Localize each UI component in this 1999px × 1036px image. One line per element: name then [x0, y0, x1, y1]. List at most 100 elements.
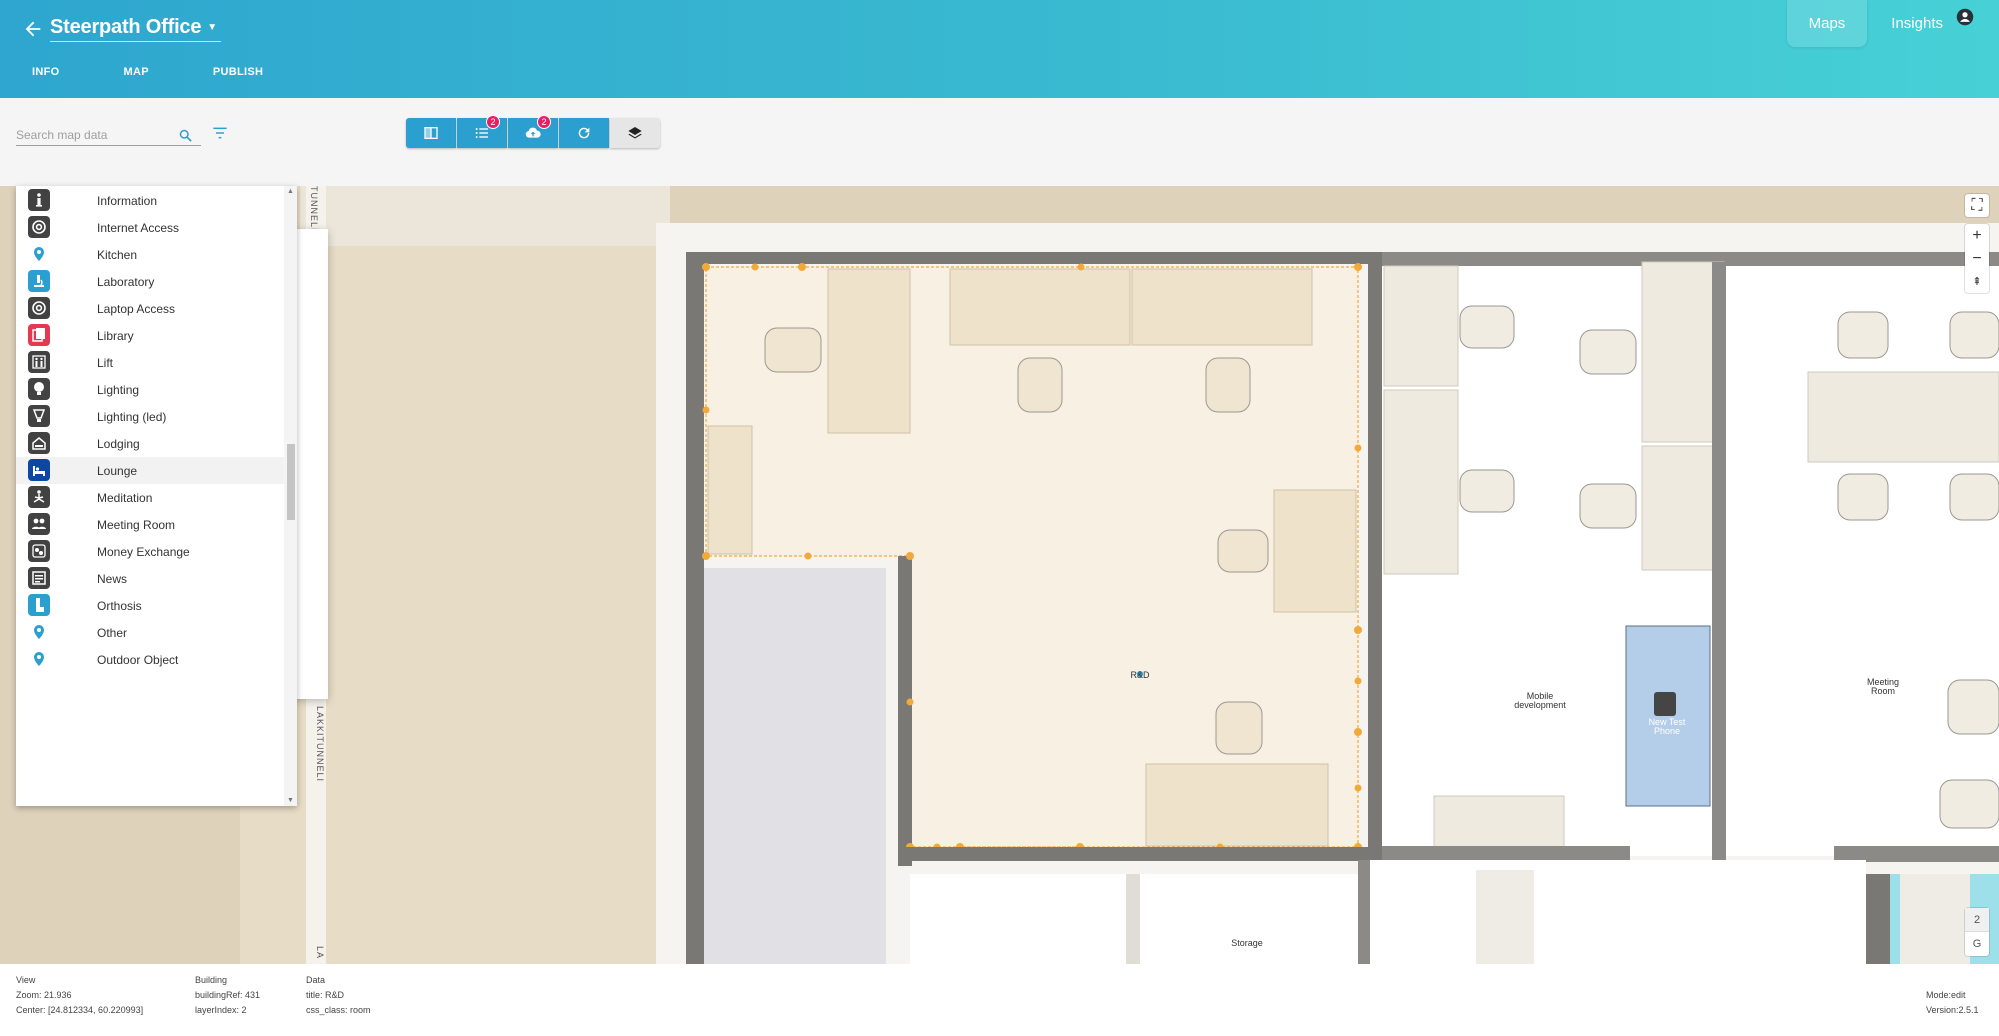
category-label: Information	[97, 193, 158, 208]
building-selector[interactable]: Steerpath Office ▼	[50, 14, 222, 42]
nav-maps[interactable]: Maps	[1786, 0, 1868, 47]
category-item[interactable]: Orthosis	[16, 592, 284, 619]
category-item[interactable]: Kitchen	[16, 241, 284, 268]
category-item[interactable]: Laptop Access	[16, 295, 284, 322]
upload-count-badge: 2	[537, 115, 551, 129]
status-layer-index: layerIndex: 2	[195, 1005, 247, 1015]
app-header: Steerpath Office ▼ INFO MAP PUBLISH Maps…	[0, 0, 1999, 98]
tab-publish[interactable]: PUBLISH	[181, 66, 295, 78]
layers-icon	[628, 127, 642, 139]
street-label-tunneli: TUNNELI	[309, 186, 319, 232]
category-item[interactable]: Internet Access	[16, 214, 284, 241]
people-icon	[28, 513, 50, 535]
search-field	[16, 124, 201, 146]
news-icon	[28, 567, 50, 589]
microscope-icon	[28, 270, 50, 292]
category-label: News	[97, 571, 128, 586]
bed-icon	[28, 459, 50, 481]
category-label: Lighting	[97, 382, 140, 397]
room-label-meeting[interactable]: Meeting Room	[1862, 678, 1904, 696]
status-building-ref: buildingRef: 431	[195, 990, 261, 1000]
category-item[interactable]: News	[16, 565, 284, 592]
category-item[interactable]: Meeting Room	[16, 511, 284, 538]
category-dropdown: Information Internet Access Kitchen Laborat…	[16, 186, 297, 806]
room-label-mobile[interactable]: Mobile development	[1500, 692, 1580, 710]
fullscreen-control: ⛶	[1965, 194, 1989, 217]
status-bar: View Zoom: 21.936 Center: [24.812334, 60…	[0, 964, 1999, 1036]
category-item[interactable]: Lodging	[16, 430, 284, 457]
upload-button[interactable]: 2	[508, 115, 558, 148]
tab-info[interactable]: INFO	[0, 66, 91, 78]
category-item[interactable]: Library	[16, 322, 284, 349]
layers-button[interactable]	[610, 118, 660, 148]
category-label: Lighting (led)	[97, 409, 167, 424]
arrow-back-icon[interactable]	[22, 18, 44, 40]
scrollbar[interactable]: ▲ ▼	[284, 186, 297, 806]
room-label-storage[interactable]: Storage	[1210, 939, 1284, 948]
category-label: Kitchen	[97, 247, 138, 262]
split-view-button[interactable]	[406, 118, 456, 148]
status-version: Version:2.5.1	[1926, 1005, 1979, 1015]
status-view-heading: View	[16, 975, 36, 985]
category-label: Outdoor Object	[97, 652, 179, 667]
category-item[interactable]: Other	[16, 619, 284, 646]
header-tabs: INFO MAP PUBLISH	[0, 66, 295, 78]
category-item[interactable]: Laboratory	[16, 268, 284, 295]
category-item[interactable]: Outdoor Object	[16, 646, 284, 673]
changes-count-badge: 2	[486, 115, 500, 129]
status-data-heading: Data	[306, 975, 326, 985]
compass-icon[interactable]: ⇞	[1965, 270, 1989, 293]
category-item[interactable]: Meditation	[16, 484, 284, 511]
refresh-icon	[578, 127, 590, 139]
scroll-thumb[interactable]	[287, 444, 295, 520]
category-item[interactable]: Lift	[16, 349, 284, 376]
category-label: Laboratory	[97, 274, 155, 289]
category-item[interactable]: Lighting (led)	[16, 403, 284, 430]
map-pin-icon	[28, 648, 50, 670]
books-icon	[28, 324, 50, 346]
status-center: Center: [24.812334, 60.220993]	[16, 1005, 144, 1015]
filter-icon[interactable]	[212, 126, 228, 140]
category-label: Other	[97, 625, 128, 640]
changes-list-button[interactable]: 2	[457, 115, 507, 148]
zoom-in-icon[interactable]: +	[1965, 224, 1989, 247]
category-label: Lounge	[97, 463, 138, 478]
tab-map[interactable]: MAP	[91, 66, 180, 78]
split-view-icon	[424, 127, 438, 139]
refresh-button[interactable]	[559, 118, 609, 148]
scroll-up-icon[interactable]: ▲	[287, 188, 294, 195]
elevator-icon	[28, 351, 50, 373]
category-item[interactable]: Lounge	[16, 457, 284, 484]
information-icon	[28, 189, 50, 211]
category-label: Lift	[97, 355, 114, 370]
category-item[interactable]: Money Exchange	[16, 538, 284, 565]
category-label: Orthosis	[97, 598, 142, 613]
scroll-down-icon[interactable]: ▼	[287, 797, 294, 804]
account-icon[interactable]	[1956, 8, 1974, 26]
category-label: Meditation	[97, 490, 153, 505]
category-label: Laptop Access	[97, 301, 176, 316]
floor-button-g[interactable]: G	[1965, 932, 1989, 956]
lightbulb-icon	[28, 378, 50, 400]
nav-insights[interactable]: Insights	[1875, 0, 1959, 47]
page-title: Steerpath Office	[50, 16, 202, 38]
caret-down-icon: ▼	[207, 22, 218, 33]
category-label: Meeting Room	[97, 517, 176, 532]
room-label-test-phone[interactable]: New Test Phone	[1638, 718, 1696, 736]
money-exchange-icon	[28, 540, 50, 562]
street-label-la: LA	[315, 946, 325, 960]
status-css-class: css_class: room	[306, 1005, 371, 1015]
room-label-rd[interactable]: R&D	[1120, 671, 1160, 680]
category-label: Lodging	[97, 436, 140, 451]
zoom-out-icon[interactable]: −	[1965, 247, 1989, 270]
floor-button-2[interactable]: 2	[1965, 908, 1989, 932]
status-data: Data title: R&D css_class: room	[306, 973, 371, 1018]
category-item[interactable]: Information	[16, 187, 284, 214]
status-app: Mode:edit Version:2.5.1	[1926, 988, 1979, 1018]
status-data-title: title: R&D	[306, 990, 345, 1000]
meditation-icon	[28, 486, 50, 508]
category-item[interactable]: Lighting	[16, 376, 284, 403]
search-input[interactable]	[16, 127, 166, 142]
fullscreen-icon[interactable]: ⛶	[1965, 194, 1989, 217]
search-icon[interactable]	[178, 128, 193, 143]
